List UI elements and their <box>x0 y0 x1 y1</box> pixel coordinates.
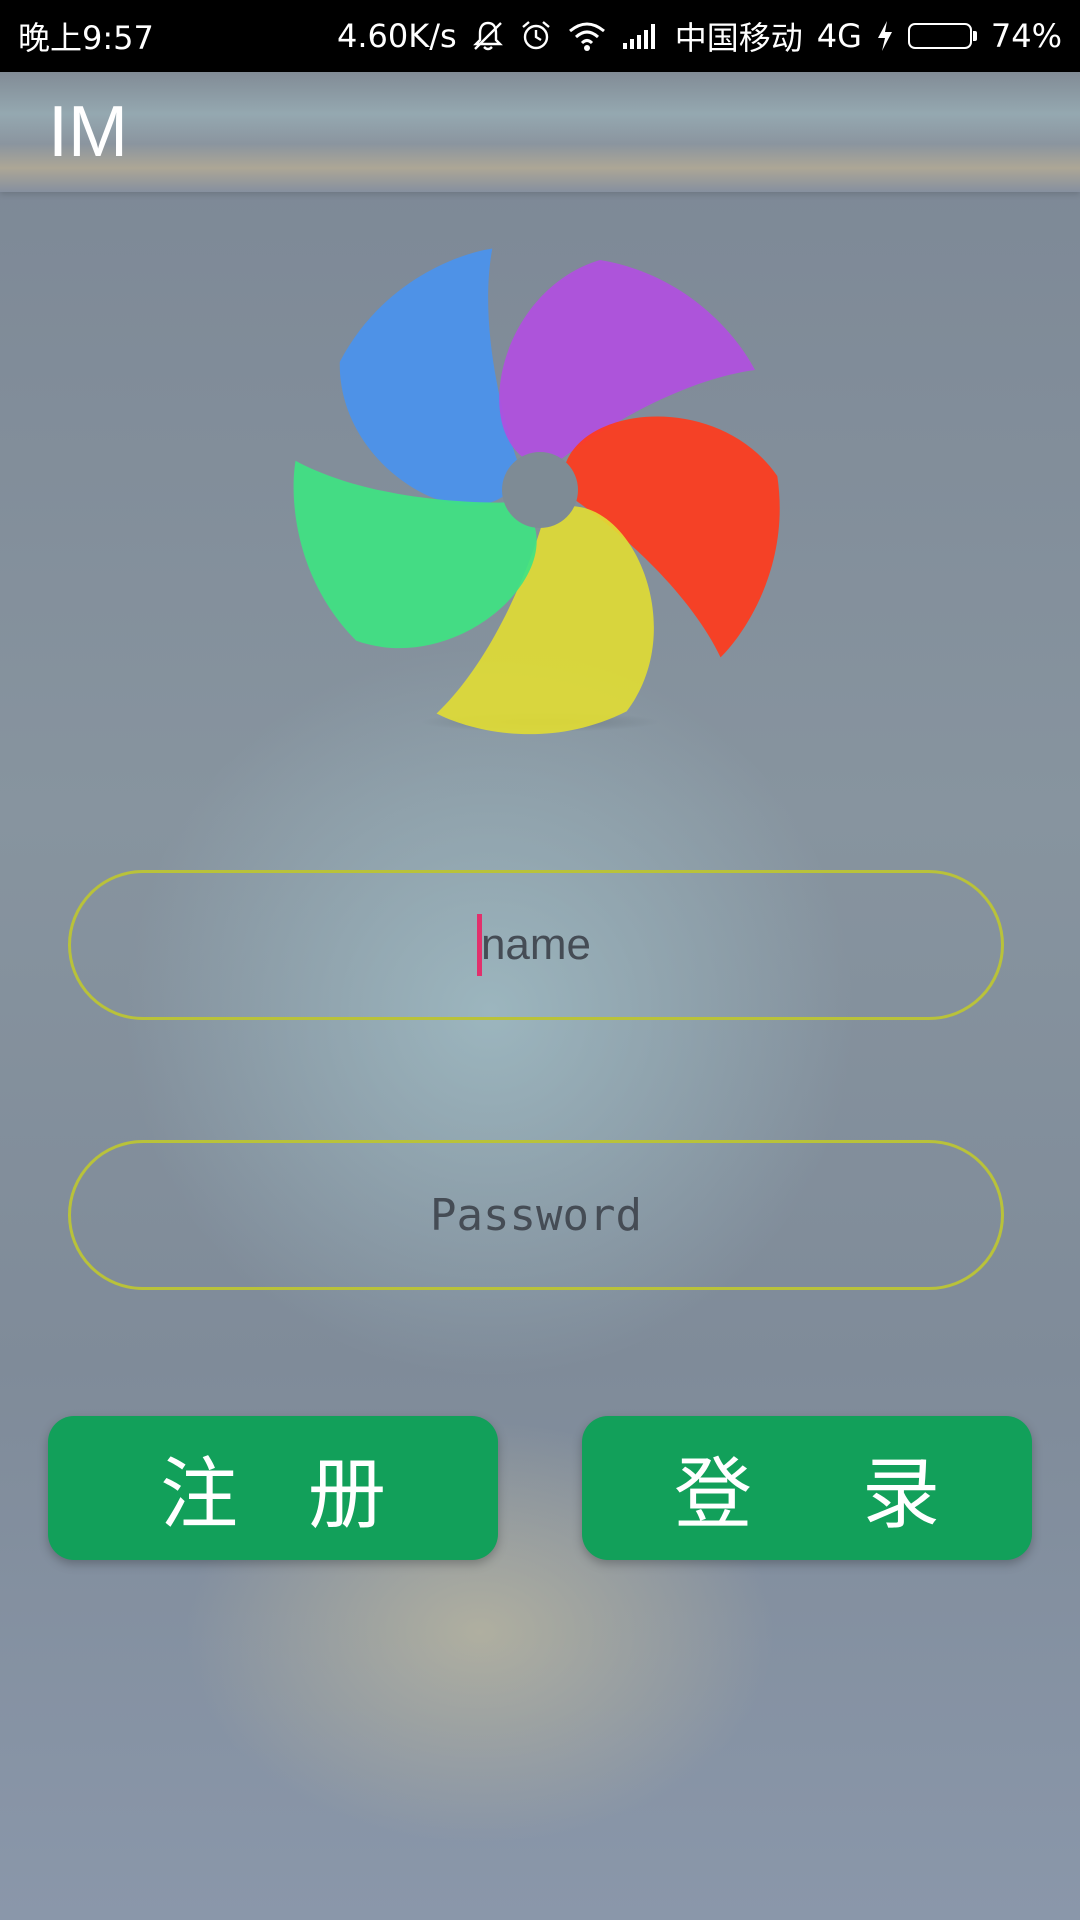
password-placeholder: Password <box>430 1189 642 1241</box>
status-time: 晚上9:57 <box>18 19 154 57</box>
status-indicators: 4.60K/s 中国移动 4G 74% <box>337 13 1062 59</box>
charging-bolt-icon <box>876 16 894 56</box>
signal-icon <box>621 16 661 56</box>
register-label-char-1: 注 <box>159 1450 238 1540</box>
mute-bell-icon <box>471 16 505 56</box>
pinwheel-logo-icon <box>293 248 780 735</box>
network-speed: 4.60K/s <box>337 17 457 55</box>
text-cursor <box>476 914 482 976</box>
carrier-name: 中国移动 <box>674 19 803 57</box>
battery-percent: 74% <box>990 17 1062 55</box>
login-label-char-1: 登 <box>673 1450 752 1540</box>
name-field[interactable]: name <box>68 870 1004 1020</box>
app-title: IM <box>48 92 128 172</box>
name-placeholder: name <box>476 914 591 976</box>
login-label-char-2: 录 <box>862 1450 941 1540</box>
register-label-char-2: 册 <box>308 1450 387 1540</box>
app-bar: IM <box>0 72 1080 192</box>
status-bar: 晚上9:57 4.60K/s 中国移动 4G 74% <box>0 0 1080 72</box>
register-button[interactable]: 注 册 <box>48 1416 498 1560</box>
alarm-clock-icon <box>519 16 553 56</box>
login-button[interactable]: 登 录 <box>582 1416 1032 1560</box>
network-type: 4G <box>816 17 862 55</box>
battery-icon <box>907 23 977 49</box>
wifi-icon <box>567 16 607 56</box>
password-field[interactable]: Password <box>68 1140 1004 1290</box>
